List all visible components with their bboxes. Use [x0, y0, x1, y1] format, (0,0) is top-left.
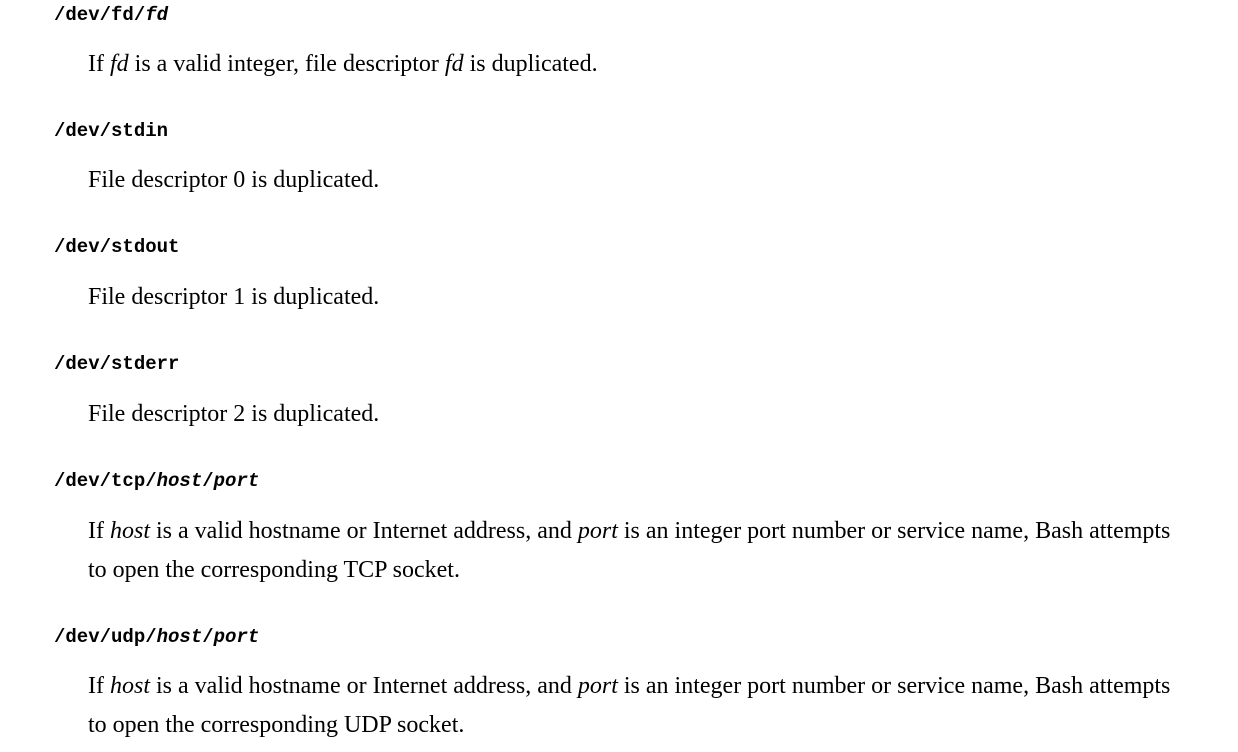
definition-text: is a valid hostname or Internet address,… [150, 518, 578, 544]
term-variable: host [156, 470, 203, 492]
definition-dev-stderr: File descriptor 2 is duplicated. [88, 395, 1178, 434]
term-variable: port [213, 470, 260, 492]
definition-dev-tcp: If host is a valid hostname or Internet … [88, 512, 1178, 590]
term-dev-udp: /dev/udp/host/port [54, 626, 259, 648]
definition-dev-fd: If fd is a valid integer, file descripto… [88, 45, 1178, 84]
term-text: / [202, 470, 214, 492]
definition-dev-udp: If host is a valid hostname or Internet … [88, 667, 1178, 745]
definition-text: is duplicated. [463, 51, 598, 77]
term-text: /dev/stdout [54, 236, 180, 258]
definition-text: File descriptor 1 is duplicated. [88, 284, 380, 310]
definition-variable: fd [109, 51, 129, 77]
term-dev-stdin: /dev/stdin [54, 120, 168, 142]
definition-text: is a valid integer, file descriptor [128, 51, 445, 77]
term-dev-stderr: /dev/stderr [54, 353, 179, 375]
definition-text: If [88, 673, 110, 699]
term-dev-tcp: /dev/tcp/host/port [54, 470, 259, 492]
term-variable: fd [145, 4, 169, 26]
term-text: /dev/stderr [54, 353, 180, 375]
term-text: /dev/udp/ [54, 626, 157, 648]
definition-text: File descriptor 2 is duplicated. [88, 401, 380, 427]
definition-variable: port [577, 673, 618, 699]
term-variable: host [156, 626, 203, 648]
definition-variable: fd [444, 51, 464, 77]
definition-text: File descriptor 0 is duplicated. [88, 167, 380, 193]
definition-variable: host [109, 673, 150, 699]
term-text: /dev/stdin [54, 120, 169, 142]
definition-text: If [88, 51, 110, 77]
definition-dev-stdout: File descriptor 1 is duplicated. [88, 278, 1178, 317]
term-dev-fd: /dev/fd/fd [54, 4, 168, 26]
term-text: / [202, 626, 214, 648]
definition-text: If [88, 518, 110, 544]
term-variable: port [213, 626, 260, 648]
term-text: /dev/tcp/ [54, 470, 157, 492]
definition-variable: host [109, 518, 150, 544]
definition-variable: port [577, 518, 618, 544]
document-body: /dev/fd/fd If fd is a valid integer, fil… [0, 0, 1238, 752]
definition-text: is a valid hostname or Internet address,… [150, 673, 578, 699]
term-dev-stdout: /dev/stdout [54, 236, 179, 258]
term-text: /dev/fd/ [54, 4, 146, 26]
definition-dev-stdin: File descriptor 0 is duplicated. [88, 161, 1178, 200]
